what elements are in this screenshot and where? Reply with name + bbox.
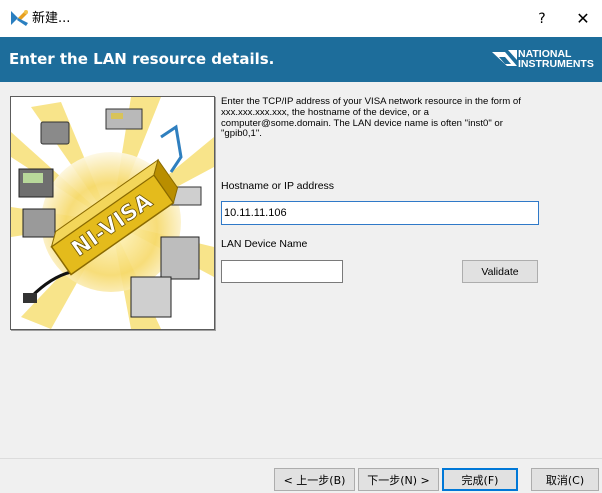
logo-line-2: INSTRUMENTS	[518, 58, 594, 70]
title-bar: 新建... ? ✕	[0, 0, 602, 37]
ni-wizard-icon	[9, 9, 31, 27]
hostname-input[interactable]	[221, 201, 539, 225]
wizard-content: NI-VISA Enter the TCP/IP address of your…	[0, 82, 602, 458]
window-title: 新建...	[32, 11, 71, 26]
help-button[interactable]: ?	[531, 9, 553, 29]
finish-button[interactable]: 完成(F)	[442, 468, 518, 491]
hostname-label: Hostname or IP address	[221, 180, 335, 192]
ni-eagle-icon	[492, 50, 517, 66]
instructions-text: Enter the TCP/IP address of your VISA ne…	[221, 96, 521, 140]
page-title: Enter the LAN resource details.	[9, 50, 275, 68]
national-instruments-logo: NATIONAL INSTRUMENTS	[491, 46, 602, 74]
close-button[interactable]: ✕	[571, 8, 595, 30]
ni-visa-illustration: NI-VISA	[10, 96, 215, 330]
next-button[interactable]: 下一步(N) >	[358, 468, 439, 491]
wizard-footer: < 上一步(B) 下一步(N) > 完成(F) 取消(C)	[0, 458, 602, 493]
lan-device-label: LAN Device Name	[221, 238, 308, 250]
wizard-header: Enter the LAN resource details. NATIONAL…	[0, 37, 602, 82]
ni-logo-text: NATIONAL INSTRUMENTS	[518, 49, 594, 70]
back-button[interactable]: < 上一步(B)	[274, 468, 355, 491]
cancel-button[interactable]: 取消(C)	[531, 468, 599, 491]
validate-button[interactable]: Validate	[462, 260, 538, 283]
lan-device-input[interactable]	[221, 260, 343, 283]
